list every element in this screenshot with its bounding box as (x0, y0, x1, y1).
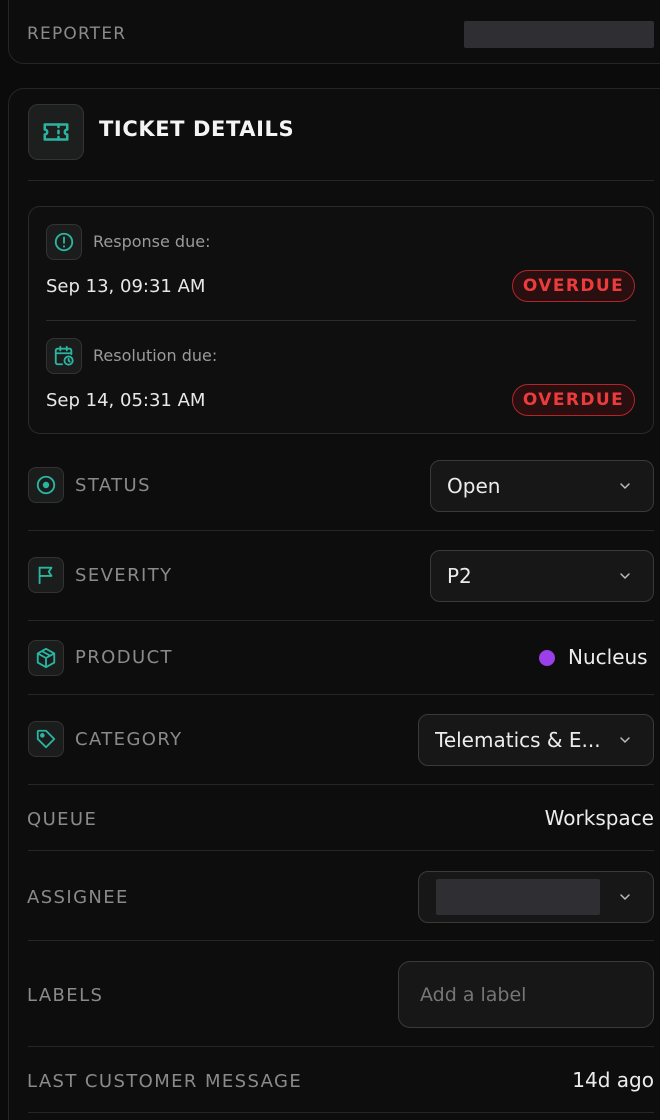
queue-label: QUEUE (27, 809, 98, 830)
add-label-input[interactable] (398, 961, 654, 1028)
box-icon (28, 640, 64, 676)
divider (28, 180, 654, 181)
severity-select[interactable]: P2 (430, 550, 654, 602)
last-customer-message-label: LAST CUSTOMER MESSAGE (27, 1071, 303, 1092)
flag-icon (28, 557, 64, 593)
chevron-down-icon (620, 483, 630, 490)
reporter-value-redacted (464, 21, 654, 48)
assignee-value-redacted (436, 879, 600, 915)
status-select[interactable]: Open (430, 460, 654, 512)
category-label: CATEGORY (75, 729, 183, 750)
divider (28, 784, 654, 785)
severity-value: P2 (447, 564, 472, 588)
alert-circle-icon (46, 224, 82, 260)
assignee-select[interactable] (418, 871, 654, 923)
resolution-due-date: Sep 14, 05:31 AM (46, 390, 206, 411)
ticket-icon (28, 104, 84, 160)
last-customer-message-value: 14d ago (572, 1068, 654, 1092)
divider (28, 530, 654, 531)
resolution-overdue-badge: OVERDUE (512, 384, 635, 416)
divider (28, 620, 654, 621)
product-label: PRODUCT (75, 647, 173, 668)
response-due-label: Response due: (93, 232, 211, 251)
severity-label: SEVERITY (75, 565, 173, 586)
labels-label: LABELS (27, 985, 104, 1006)
calendar-clock-icon (46, 338, 82, 374)
divider (28, 850, 654, 851)
status-value: Open (447, 474, 501, 498)
product-color-dot (539, 650, 555, 666)
category-select[interactable]: Telematics & E... (418, 714, 654, 766)
queue-value: Workspace (544, 806, 654, 830)
divider (28, 1046, 654, 1047)
divider (28, 694, 654, 695)
tag-icon (28, 721, 64, 757)
sla-divider (46, 320, 636, 321)
assignee-label: ASSIGNEE (27, 887, 129, 908)
target-icon (28, 467, 64, 503)
product-value: Nucleus (568, 645, 648, 669)
divider (28, 1112, 654, 1113)
response-due-date: Sep 13, 09:31 AM (46, 276, 206, 297)
status-label: STATUS (75, 475, 151, 496)
chevron-down-icon (620, 573, 630, 580)
resolution-due-label: Resolution due: (93, 346, 218, 365)
reporter-label: REPORTER (27, 24, 127, 44)
category-value: Telematics & E... (435, 728, 601, 752)
section-title: TICKET DETAILS (99, 117, 295, 141)
chevron-down-icon (620, 737, 630, 744)
divider (28, 940, 654, 941)
response-overdue-badge: OVERDUE (512, 270, 635, 302)
chevron-down-icon (620, 894, 630, 901)
